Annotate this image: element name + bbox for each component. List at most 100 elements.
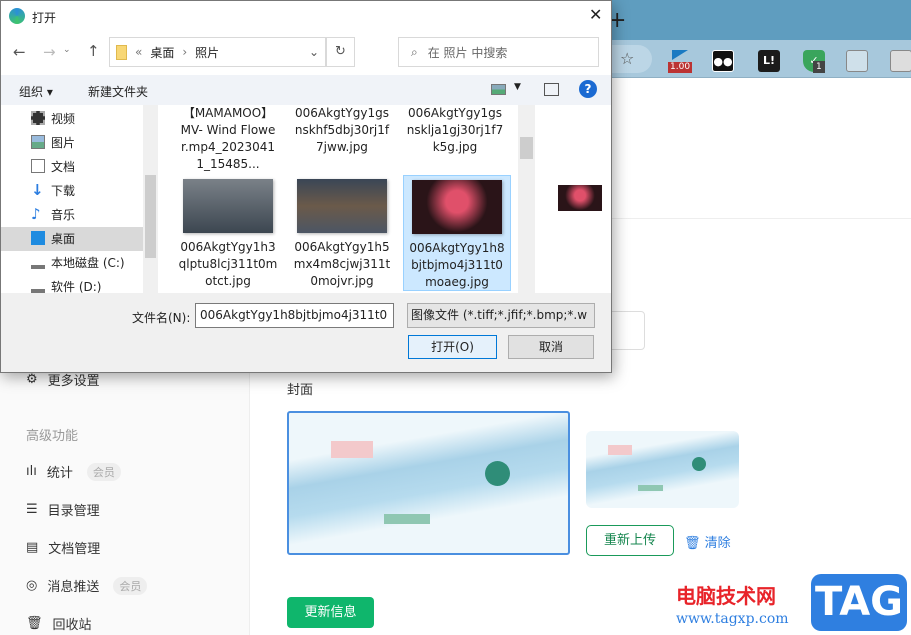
sidebar-item-docs[interactable]: ▤ 文档管理 — [26, 538, 100, 557]
edge-icon — [9, 8, 25, 24]
filetype-select[interactable]: 图像文件 (*.tiff;*.jfif;*.bmp;*.w — [407, 303, 595, 328]
cover-label: 封面 — [287, 383, 314, 398]
cover-shape — [692, 457, 706, 471]
thumbnail — [183, 179, 273, 233]
search-input[interactable]: ⌕ 在 照片 中搜索 — [398, 37, 599, 67]
nav-item-downloads[interactable]: ↓ 下载 — [31, 179, 75, 201]
trash-icon: 🗑 — [26, 616, 43, 631]
ext-flag-icon[interactable]: 1.00 — [668, 50, 693, 73]
section-title: 高级功能 — [26, 429, 79, 444]
bar-chart-icon: ılı — [26, 464, 37, 479]
music-icon: ♪ — [31, 205, 41, 223]
cover-shape — [608, 445, 632, 455]
nav-item-videos[interactable]: 视频 — [31, 107, 75, 129]
file-list: 【MAMAMOO】MV- Wind Flower.mp4_20230411_15… — [158, 105, 536, 293]
filename-label: 文件名(N): — [132, 311, 191, 325]
address-bar[interactable]: « 桌面 › 照片 ⌄ — [109, 37, 326, 67]
new-folder-button[interactable]: 新建文件夹 — [88, 83, 148, 100]
sidebar-item-catalog[interactable]: ☰ 目录管理 — [26, 500, 100, 519]
back-icon[interactable]: ← — [13, 43, 26, 61]
watermark-url: www.tagxp.com — [676, 611, 789, 627]
member-badge: 会员 — [113, 576, 148, 595]
open-button[interactable]: 打开(O) — [408, 335, 497, 359]
nav-item-drive-c[interactable]: 本地磁盘 (C:) — [31, 251, 125, 273]
scroll-thumb[interactable] — [520, 137, 533, 159]
cover-shape — [384, 514, 430, 524]
dialog-title: 打开 — [32, 11, 57, 25]
cover-preview — [586, 431, 739, 508]
reupload-button[interactable]: 重新上传 — [586, 525, 674, 556]
breadcrumb-overflow[interactable]: « — [135, 45, 142, 59]
thumbnail — [297, 179, 387, 233]
breadcrumb-separator-icon: › — [182, 45, 188, 59]
divider — [611, 218, 911, 219]
download-icon: ↓ — [31, 181, 44, 199]
drive-icon — [31, 279, 45, 293]
cover-shape — [485, 461, 510, 486]
cover-shape — [331, 441, 373, 458]
sidebar-item-stats[interactable]: ılı 统计 会员 — [26, 462, 121, 481]
refresh-button[interactable]: ↻ — [326, 37, 355, 67]
picture-icon — [31, 135, 45, 149]
cancel-button[interactable]: 取消 — [508, 335, 594, 359]
file-item[interactable]: 006AkgtYgy1gs nsklja1gj30rj1f7 k5g.jpg — [401, 105, 509, 156]
preview-pane-icon[interactable] — [544, 83, 559, 96]
cover-shape — [638, 485, 663, 491]
nav-scrollbar[interactable] — [143, 105, 158, 293]
document-icon: ▤ — [26, 540, 39, 555]
ext-owl-icon[interactable]: ●● — [712, 50, 734, 72]
forward-icon[interactable]: → — [43, 43, 56, 61]
preview-image — [558, 185, 602, 211]
file-name: 【MAMAMOO】MV- Wind Flower.mp4_20230411_15… — [180, 106, 276, 171]
sidebar-item-trash[interactable]: 🗑 回收站 — [26, 614, 92, 633]
file-item[interactable]: 006AkgtYgy1h3 qlptu8lcj311t0m otct.jpg — [174, 179, 282, 290]
message-icon: ◎ — [26, 578, 38, 593]
file-item[interactable]: 006AkgtYgy1h5 mx4m8cjwj311t 0mojvr.jpg — [288, 179, 396, 290]
dialog-command-bar: 组织 ▾ 新建文件夹 ▼ ? — [1, 75, 611, 105]
sidebar-item-push[interactable]: ◎ 消息推送 会员 — [26, 576, 148, 595]
gear-icon: ⚙ — [26, 372, 38, 387]
close-icon[interactable]: ✕ — [589, 5, 602, 24]
ext-shield-icon[interactable]: ✓1 — [803, 50, 825, 73]
search-icon: ⌕ — [411, 44, 418, 59]
recent-chevron-icon[interactable]: ⌄ — [63, 45, 71, 55]
nav-item-music[interactable]: ♪ 音乐 — [31, 203, 75, 225]
trash-icon: 🗑 — [684, 536, 701, 551]
scroll-thumb[interactable] — [145, 175, 156, 258]
file-item[interactable]: 【MAMAMOO】MV- Wind Flower.mp4_20230411_15… — [174, 105, 282, 173]
help-icon[interactable]: ? — [579, 80, 597, 98]
desktop-icon — [31, 231, 45, 245]
up-icon[interactable]: ↑ — [87, 42, 100, 60]
watermark-logo: TAG — [811, 574, 907, 631]
update-info-button[interactable]: 更新信息 — [287, 597, 374, 628]
nav-item-desktop[interactable]: 桌面 — [31, 227, 75, 249]
folder-icon — [116, 44, 127, 60]
ext-l-icon[interactable]: L! — [758, 50, 780, 72]
member-badge: 会员 — [86, 462, 121, 481]
dialog-footer: 文件名(N): 006AkgtYgy1h8bjtbjmo4j311t0 图像文件… — [1, 293, 611, 372]
file-item[interactable]: 006AkgtYgy1gs nskhf5dbj30rj1f 7jww.jpg — [288, 105, 396, 156]
bookmark-star-icon[interactable]: ☆ — [620, 49, 634, 68]
file-scrollbar[interactable] — [518, 105, 535, 293]
organize-menu[interactable]: 组织 ▾ — [19, 83, 53, 100]
video-icon — [31, 111, 45, 125]
ext-image-icon[interactable] — [846, 50, 868, 72]
chevron-down-icon[interactable]: ⌄ — [309, 45, 319, 59]
open-file-dialog: 打开 ✕ ← → ⌄ ↑ « 桌面 › 照片 ⌄ ↻ ⌕ 在 照片 中搜索 组织 … — [0, 0, 612, 373]
navigation-pane: 视频 图片 文档 ↓ 下载 ♪ 音乐 桌面 本地磁盘 (C:) 软件 (D:) — [1, 105, 158, 293]
nav-item-drive-d[interactable]: 软件 (D:) — [31, 275, 101, 293]
file-item-selected[interactable]: 006AkgtYgy1h8 bjtbjmo4j311t0 moaeg.jpg — [403, 175, 511, 291]
breadcrumb-photos[interactable]: 照片 — [195, 44, 219, 61]
filename-input[interactable]: 006AkgtYgy1h8bjtbjmo4j311t0 — [195, 303, 394, 328]
view-icon[interactable] — [491, 84, 506, 95]
ext-copy-icon[interactable] — [890, 50, 911, 72]
breadcrumb-desktop[interactable]: 桌面 — [150, 44, 174, 61]
drive-icon — [31, 255, 45, 269]
thumbnail — [412, 180, 502, 234]
watermark-site: 电脑技术网 — [676, 584, 776, 608]
nav-item-pictures[interactable]: 图片 — [31, 131, 75, 153]
nav-item-documents[interactable]: 文档 — [31, 155, 75, 177]
view-dropdown-icon[interactable]: ▼ — [514, 82, 521, 92]
cover-image-cropper[interactable] — [287, 411, 570, 555]
clear-button[interactable]: 🗑 清除 — [684, 532, 731, 551]
